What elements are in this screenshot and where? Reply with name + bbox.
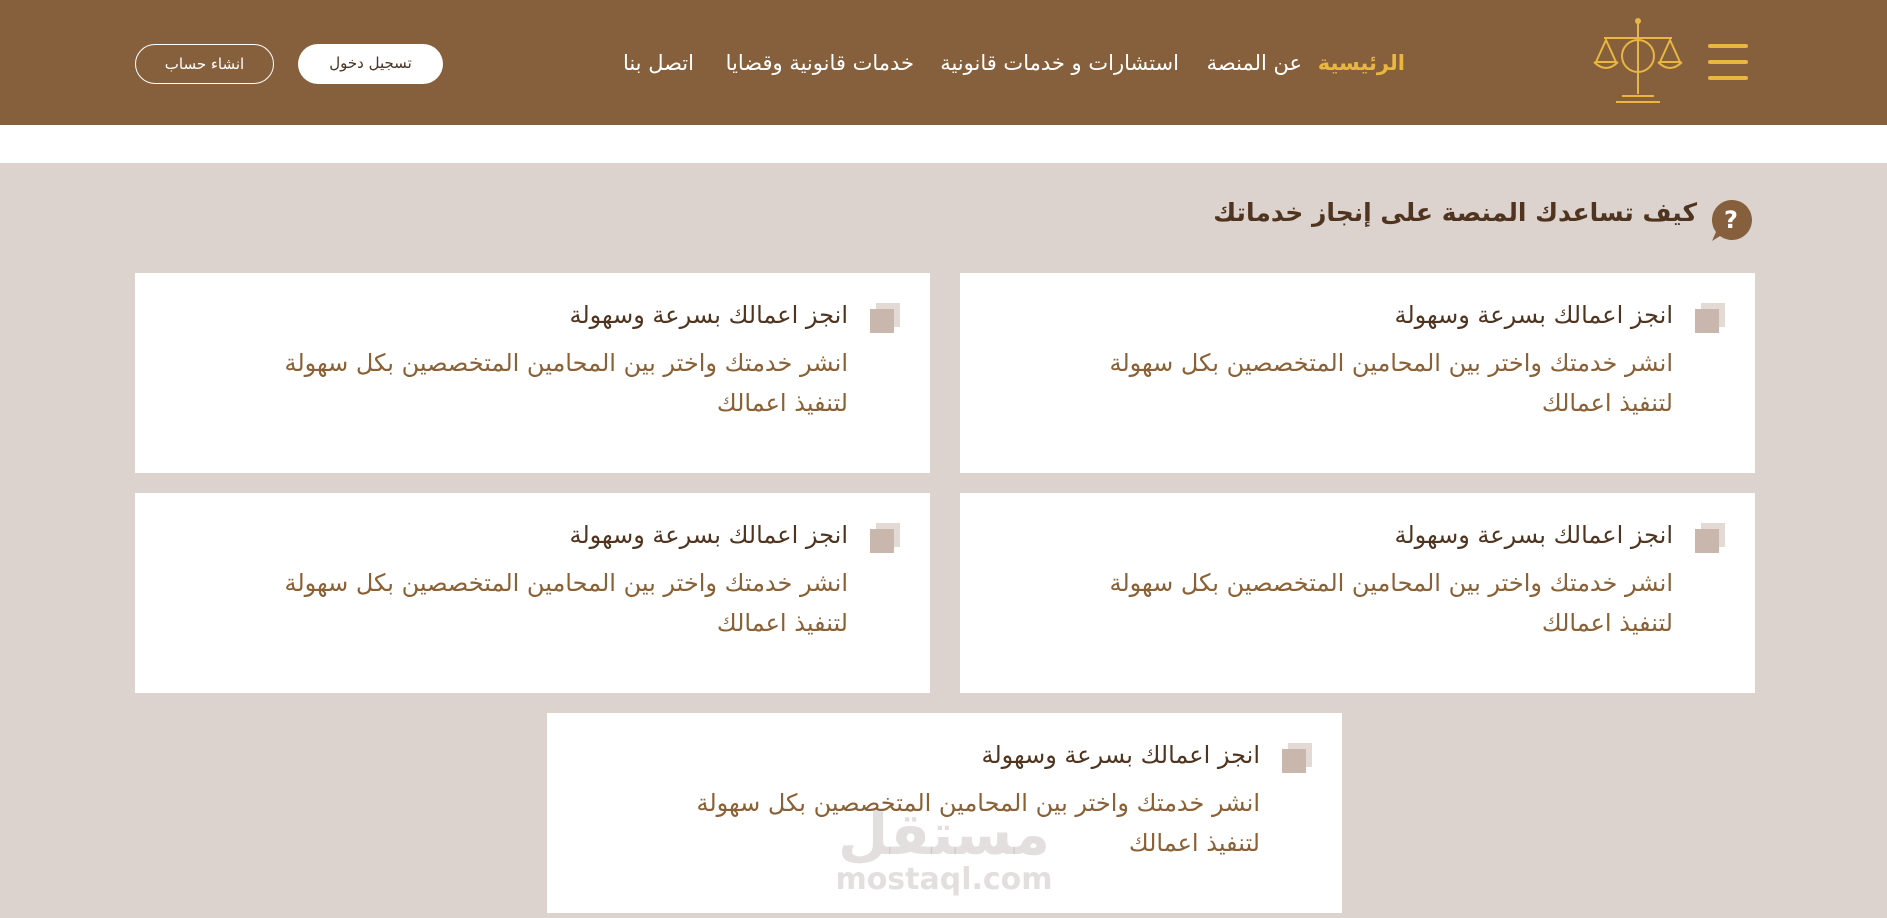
card-title: انجز اعمالك بسرعة وسهولة — [569, 521, 848, 549]
card-description: انشر خدمتك واختر بين المحامين المتخصصين … — [1053, 563, 1673, 643]
card-description-line: انشر خدمتك واختر بين المحامين المتخصصين … — [1109, 569, 1673, 597]
square-icon — [870, 303, 900, 333]
main-nav: الرئيسية عن المنصة استشارات و خدمات قانو… — [0, 46, 1887, 80]
nav-contact[interactable]: اتصل بنا — [623, 46, 694, 80]
square-icon — [1695, 303, 1725, 333]
card-description-line: انشر خدمتك واختر بين المحامين المتخصصين … — [284, 349, 848, 377]
feature-card: انجز اعمالك بسرعة وسهولة انشر خدمتك واخت… — [960, 493, 1755, 693]
feature-card: انجز اعمالك بسرعة وسهولة انشر خدمتك واخت… — [135, 493, 930, 693]
card-description-line: لتنفيذ اعمالك — [1541, 389, 1673, 417]
card-description: انشر خدمتك واختر بين المحامين المتخصصين … — [228, 563, 848, 643]
nav-about[interactable]: عن المنصة — [1207, 46, 1302, 80]
card-title: انجز اعمالك بسرعة وسهولة — [1394, 301, 1673, 329]
card-title: انجز اعمالك بسرعة وسهولة — [569, 301, 848, 329]
square-icon — [1695, 523, 1725, 553]
square-icon — [870, 523, 900, 553]
card-title: انجز اعمالك بسرعة وسهولة — [1394, 521, 1673, 549]
card-description-line: لتنفيذ اعمالك — [716, 389, 848, 417]
watermark-arabic: مستقل — [837, 800, 1051, 868]
watermark-latin: mostaql.com — [835, 862, 1053, 897]
card-description-line: لتنفيذ اعمالك — [1541, 609, 1673, 637]
nav-legal-services[interactable]: خدمات قانونية وقضايا — [726, 46, 914, 80]
card-description-line: لتنفيذ اعمالك — [716, 609, 848, 637]
card-description: انشر خدمتك واختر بين المحامين المتخصصين … — [228, 343, 848, 423]
card-description: انشر خدمتك واختر بين المحامين المتخصصين … — [1053, 343, 1673, 423]
svg-text:?: ? — [1724, 206, 1738, 234]
card-title: انجز اعمالك بسرعة وسهولة — [981, 741, 1260, 769]
header-spacer — [0, 125, 1887, 163]
nav-home[interactable]: الرئيسية — [1318, 46, 1405, 80]
square-icon — [1282, 743, 1312, 773]
card-description-line: انشر خدمتك واختر بين المحامين المتخصصين … — [1109, 349, 1673, 377]
watermark: مستقل mostaql.com — [826, 805, 1062, 897]
feature-card: انجز اعمالك بسرعة وسهولة انشر خدمتك واخت… — [135, 273, 930, 473]
nav-consultations[interactable]: استشارات و خدمات قانونية — [940, 46, 1179, 80]
card-description-line: انشر خدمتك واختر بين المحامين المتخصصين … — [284, 569, 848, 597]
section-title: كيف تساعدك المنصة على إنجاز خدماتك — [1213, 198, 1697, 227]
feature-card: انجز اعمالك بسرعة وسهولة انشر خدمتك واخت… — [960, 273, 1755, 473]
question-icon: ? — [1711, 199, 1752, 241]
login-button[interactable]: تسجيل دخول — [298, 44, 443, 84]
register-button[interactable]: انشاء حساب — [135, 44, 274, 84]
